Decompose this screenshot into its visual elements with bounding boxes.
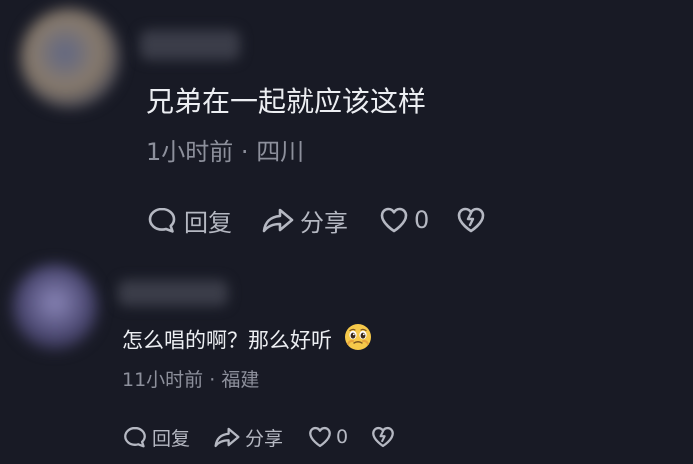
comment-meta: 1小时前 · 四川 [146, 136, 304, 168]
comment-bubble-icon [122, 424, 148, 450]
comment-time: 1小时前 [146, 138, 234, 166]
pleading-face-emoji [343, 322, 373, 361]
share-button[interactable]: 分享 [260, 203, 348, 238]
dislike-button[interactable] [370, 424, 396, 450]
like-button[interactable]: 0 [307, 424, 348, 450]
comment-text: 怎么唱的啊？那么好听 [122, 322, 373, 361]
like-count: 0 [414, 206, 430, 234]
like-button[interactable]: 0 [378, 204, 429, 236]
meta-separator: · [209, 369, 222, 391]
comment-actions: 回复 分享 0 [146, 202, 487, 238]
reply-label: 回复 [152, 427, 191, 450]
broken-heart-icon [455, 204, 487, 236]
meta-separator: · [240, 138, 257, 166]
comment-text: 兄弟在一起就应该这样 [146, 85, 427, 118]
heart-icon [378, 204, 410, 236]
comment-item: 怎么唱的啊？那么好听 11小时前 · 福建 回复 分享 0 [0, 250, 693, 464]
broken-heart-icon [370, 424, 396, 450]
avatar[interactable] [20, 8, 120, 108]
username-blurred[interactable] [140, 30, 240, 60]
share-button[interactable]: 分享 [212, 424, 283, 451]
comment-bubble-icon [146, 204, 178, 236]
share-label: 分享 [245, 427, 284, 450]
comment-location: 福建 [221, 369, 260, 391]
heart-icon [307, 424, 333, 450]
comment-time: 11小时前 [122, 369, 204, 391]
reply-label: 回复 [184, 208, 232, 237]
username-blurred[interactable] [118, 280, 228, 306]
comment-location: 四川 [256, 138, 305, 166]
avatar[interactable] [12, 264, 98, 350]
comment-item: 兄弟在一起就应该这样 1小时前 · 四川 回复 分享 0 [0, 0, 693, 250]
dislike-button[interactable] [455, 204, 487, 236]
reply-button[interactable]: 回复 [146, 203, 232, 238]
comment-text-content: 怎么唱的啊？那么好听 [122, 328, 332, 353]
comment-actions: 回复 分享 0 [122, 422, 396, 452]
share-label: 分享 [300, 208, 348, 237]
comment-meta: 11小时前 · 福建 [122, 366, 259, 394]
share-arrow-icon [212, 424, 242, 450]
reply-button[interactable]: 回复 [122, 424, 190, 451]
like-count: 0 [336, 426, 349, 448]
share-arrow-icon [260, 204, 296, 236]
